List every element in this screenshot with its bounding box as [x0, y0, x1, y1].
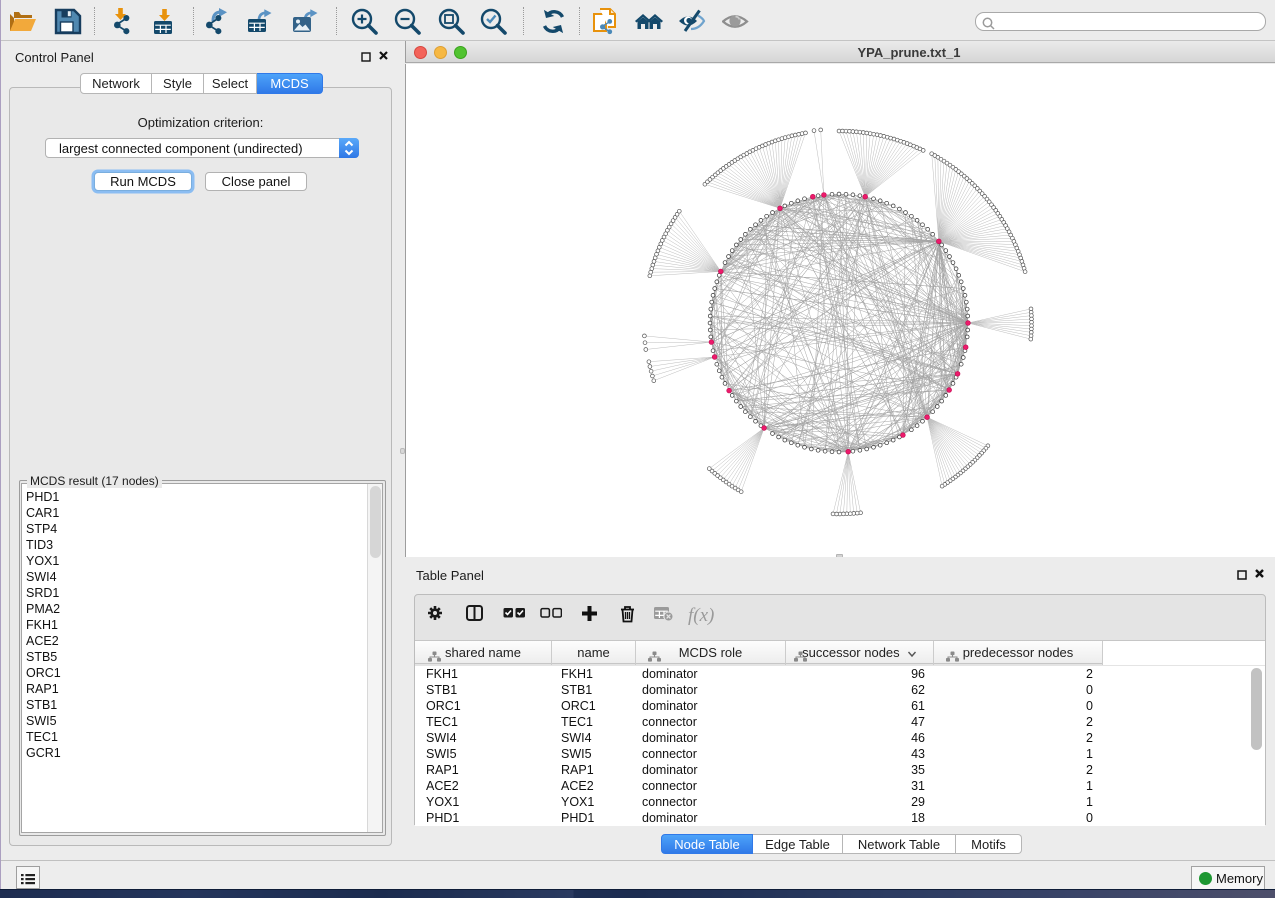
svg-text:f(x): f(x)	[688, 605, 714, 626]
